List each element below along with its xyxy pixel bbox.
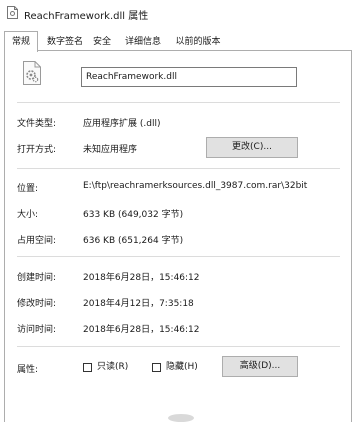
panel-border-right (351, 50, 352, 422)
size-on-disk-label: 占用空间: (17, 236, 57, 246)
attributes-label: 属性: (17, 365, 39, 375)
location-label: 位置: (17, 184, 39, 194)
opens-with-label: 打开方式: (17, 145, 57, 155)
tab-strip: 常规 数字签名 安全 详细信息 以前的版本 (0, 31, 356, 52)
size-on-disk-value: 636 KB (651,264 字节) (83, 236, 184, 246)
readonly-checkbox-label: 只读(R) (97, 362, 129, 372)
accessed-label: 访问时间: (17, 325, 57, 335)
separator (17, 102, 340, 103)
bottom-shadow (168, 414, 194, 422)
hidden-checkbox-label: 隐藏(H) (166, 362, 198, 372)
dll-file-icon (7, 6, 18, 19)
tab-details[interactable]: 详细信息 (121, 34, 165, 50)
created-label: 创建时间: (17, 273, 57, 283)
separator (17, 346, 340, 347)
opens-with-value: 未知应用程序 (83, 145, 138, 155)
accessed-value: 2018年6月28日，15:46:12 (83, 325, 200, 335)
separator (17, 256, 340, 257)
readonly-checkbox-box[interactable] (83, 363, 92, 372)
size-label: 大小: (17, 210, 39, 220)
tab-digital-signatures[interactable]: 数字签名 (44, 34, 86, 50)
title-bar: ReachFramework.dll 属性 (0, 0, 356, 26)
separator (17, 168, 340, 169)
window-title: ReachFramework.dll 属性 (24, 11, 149, 22)
modified-label: 修改时间: (17, 299, 57, 309)
change-button[interactable]: 更改(C)... (206, 137, 298, 158)
file-name-field[interactable]: ReachFramework.dll (81, 67, 297, 87)
modified-value: 2018年4月12日，7:35:18 (83, 299, 194, 309)
file-type-label: 文件类型: (17, 119, 57, 129)
hidden-checkbox-box[interactable] (152, 363, 161, 372)
size-value: 633 KB (649,032 字节) (83, 210, 184, 220)
dll-gear-file-icon (23, 61, 41, 85)
file-type-value: 应用程序扩展 (.dll) (83, 119, 161, 129)
panel-border-left (4, 50, 5, 422)
tab-security[interactable]: 安全 (90, 34, 114, 50)
advanced-button[interactable]: 高级(D)... (222, 356, 298, 377)
location-value: E:\ftp\reachramerksources.dll_3987.com.r… (83, 181, 308, 191)
tab-previous-versions[interactable]: 以前的版本 (171, 34, 225, 50)
created-value: 2018年6月28日，15:46:12 (83, 273, 200, 283)
readonly-checkbox[interactable]: 只读(R) (83, 362, 131, 374)
tab-general[interactable]: 常规 (4, 31, 38, 52)
tab-divider (4, 50, 352, 51)
hidden-checkbox[interactable]: 隐藏(H) (152, 362, 200, 374)
